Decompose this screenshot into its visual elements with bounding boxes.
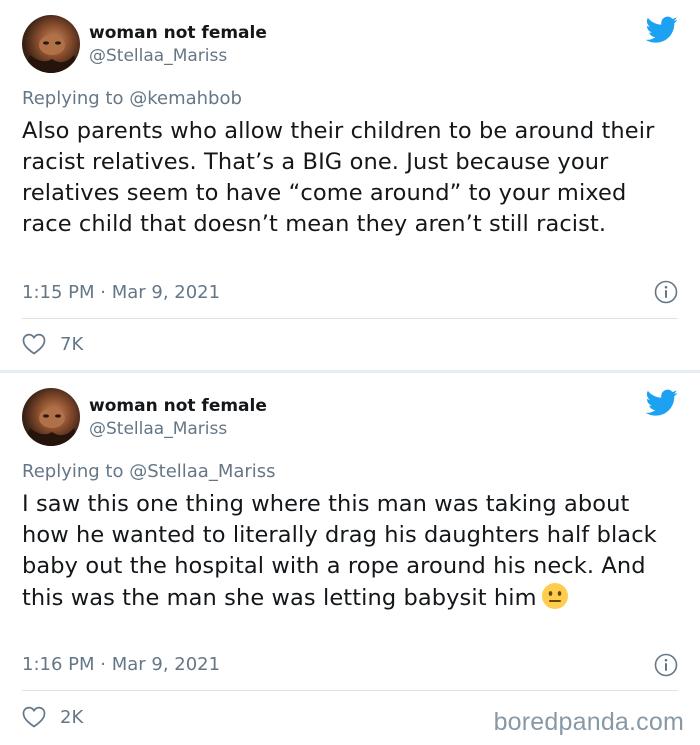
- watermark: boredpanda.com: [493, 708, 684, 736]
- heart-icon: [22, 333, 46, 355]
- avatar[interactable]: [22, 388, 80, 446]
- twitter-bird-icon[interactable]: [646, 16, 678, 44]
- info-icon[interactable]: [654, 280, 678, 304]
- info-icon[interactable]: [654, 653, 678, 677]
- avatar[interactable]: [22, 15, 80, 73]
- tweet-timestamp[interactable]: 1:15 PM · Mar 9, 2021: [22, 282, 220, 303]
- mention-link[interactable]: @Stellaa_Mariss: [129, 461, 275, 482]
- tweet-text: Also parents who allow their children to…: [22, 118, 655, 237]
- like-count: 7K: [60, 333, 84, 355]
- like-button[interactable]: 2K: [22, 706, 83, 728]
- tweet-timestamp[interactable]: 1:16 PM · Mar 9, 2021: [22, 654, 220, 675]
- author-handle[interactable]: @Stellaa_Mariss: [89, 46, 227, 66]
- mention-link[interactable]: @kemahbob: [129, 88, 242, 109]
- like-count: 2K: [60, 706, 84, 728]
- tweet-card: woman not female @Stellaa_Mariss Replyin…: [0, 373, 700, 745]
- replying-to: Replying to @Stellaa_Mariss: [22, 461, 276, 482]
- author-name[interactable]: woman not female: [89, 23, 267, 43]
- divider: [22, 318, 678, 319]
- heart-icon: [22, 706, 46, 728]
- tweet-card: woman not female @Stellaa_Mariss Replyin…: [0, 0, 700, 370]
- author-name[interactable]: woman not female: [89, 396, 267, 416]
- replying-to: Replying to @kemahbob: [22, 88, 242, 109]
- replying-prefix: Replying to: [22, 461, 124, 482]
- replying-prefix: Replying to: [22, 88, 124, 109]
- divider: [22, 690, 678, 691]
- like-button[interactable]: 7K: [22, 333, 83, 355]
- neutral-face-emoji: [541, 583, 568, 609]
- tweet-text-container: I saw this one thing where this man was …: [22, 489, 672, 614]
- twitter-bird-icon[interactable]: [646, 389, 678, 417]
- author-handle[interactable]: @Stellaa_Mariss: [89, 419, 227, 439]
